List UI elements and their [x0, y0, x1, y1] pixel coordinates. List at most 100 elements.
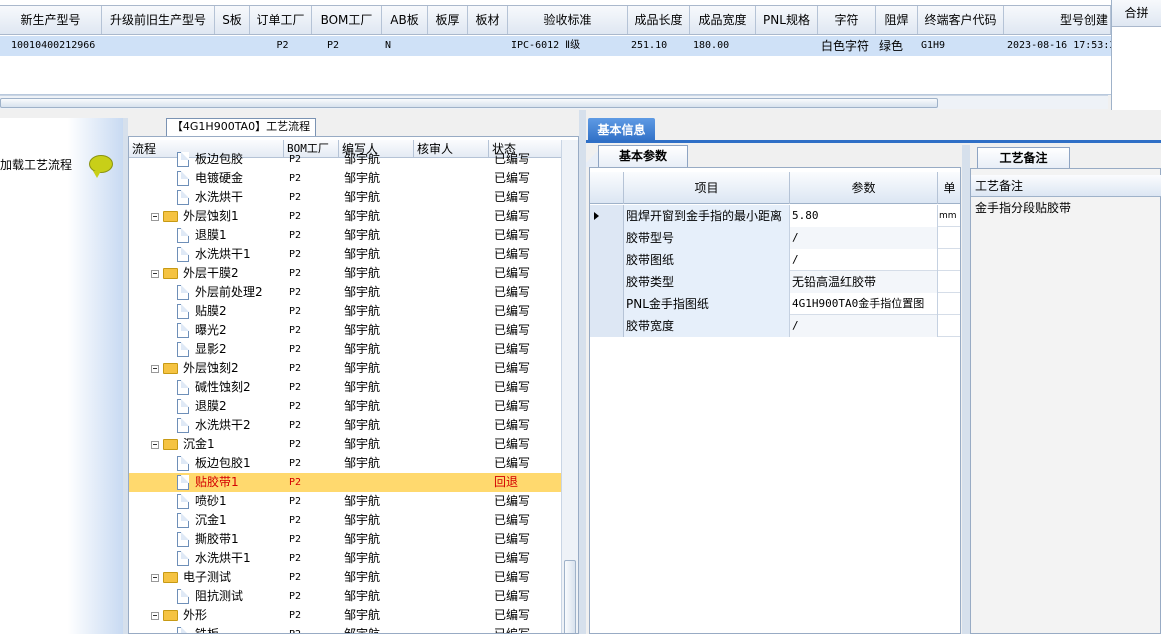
- tree-node[interactable]: 水洗烘干1: [177, 245, 284, 264]
- product-grid-row[interactable]: 10010400212966 P2 P2 N IPC-6012 Ⅱ级 251.1…: [0, 36, 1111, 56]
- tree-row[interactable]: 外层前处理2 P2 邹宇航 已编写: [129, 283, 561, 302]
- tree-row[interactable]: 曝光2 P2 邹宇航 已编写: [129, 321, 561, 340]
- notes-value[interactable]: 金手指分段贴胶带: [975, 199, 1071, 216]
- tree-row[interactable]: 喷砂1 P2 邹宇航 已编写: [129, 492, 561, 511]
- tree-node[interactable]: 沉金1: [177, 511, 284, 530]
- param-row[interactable]: 胶带类型 无铅高温红胶带: [590, 271, 960, 293]
- col-param[interactable]: 参数: [790, 172, 938, 204]
- tree-row[interactable]: 电子测试 P2 邹宇航 已编写: [129, 568, 561, 587]
- tree-node[interactable]: 铣板: [177, 625, 284, 633]
- process-flow-tab[interactable]: 【4G1H900TA0】工艺流程: [166, 118, 316, 136]
- col-customer[interactable]: 终端客户代码: [918, 6, 1004, 34]
- vertical-scrollbar[interactable]: [561, 140, 578, 633]
- collapse-toggle-icon[interactable]: [151, 440, 159, 449]
- tree-row[interactable]: 退膜2 P2 邹宇航 已编写: [129, 397, 561, 416]
- tree-row[interactable]: 贴膜2 P2 邹宇航 已编写: [129, 302, 561, 321]
- collapse-toggle-icon[interactable]: [151, 364, 159, 373]
- tree-node[interactable]: 电子测试: [151, 568, 284, 587]
- tree-row[interactable]: 电镀硬金 P2 邹宇航 已编写: [129, 169, 561, 188]
- tree-row[interactable]: 板边包胶1 P2 邹宇航 已编写: [129, 454, 561, 473]
- col-char[interactable]: 字符: [818, 6, 876, 34]
- param-value[interactable]: 4G1H900TA0金手指位置图: [790, 293, 938, 315]
- tree-row[interactable]: 阻抗测试 P2 邹宇航 已编写: [129, 587, 561, 606]
- param-row[interactable]: 阻焊开窗到金手指的最小距离 5.80 mm: [590, 205, 960, 227]
- tree-node[interactable]: 水洗烘干2: [177, 416, 284, 435]
- row-indicator[interactable]: [590, 227, 624, 249]
- tree-node[interactable]: 退膜1: [177, 226, 284, 245]
- tree-row[interactable]: 水洗烘干 P2 邹宇航 已编写: [129, 188, 561, 207]
- tree-node[interactable]: 显影2: [177, 340, 284, 359]
- tree-node[interactable]: 外层干膜2: [151, 264, 284, 283]
- tree-node[interactable]: 碱性蚀刻2: [177, 378, 284, 397]
- tree-row[interactable]: 铣板 P2 邹宇航 已编写: [129, 625, 561, 633]
- col-length[interactable]: 成品长度: [628, 6, 690, 34]
- tree-row[interactable]: 外层蚀刻2 P2 邹宇航 已编写: [129, 359, 561, 378]
- collapse-toggle-icon[interactable]: [151, 269, 159, 278]
- tree-node[interactable]: 水洗烘干: [177, 188, 284, 207]
- tree-row[interactable]: 沉金1 P2 邹宇航 已编写: [129, 435, 561, 454]
- param-value[interactable]: /: [790, 249, 938, 271]
- tree-row[interactable]: 碱性蚀刻2 P2 邹宇航 已编写: [129, 378, 561, 397]
- tree-row[interactable]: 外形 P2 邹宇航 已编写: [129, 606, 561, 625]
- tree-node[interactable]: 撕胶带1: [177, 530, 284, 549]
- tree-node[interactable]: 阻抗测试: [177, 587, 284, 606]
- param-value[interactable]: /: [790, 227, 938, 249]
- row-indicator[interactable]: [590, 249, 624, 271]
- tree-node[interactable]: 退膜2: [177, 397, 284, 416]
- col-bom-factory[interactable]: BOM工厂: [312, 6, 382, 34]
- param-value[interactable]: 无铅高温红胶带: [790, 271, 938, 293]
- tree-row[interactable]: 退膜1 P2 邹宇航 已编写: [129, 226, 561, 245]
- tree-node[interactable]: 外层前处理2: [177, 283, 284, 302]
- tree-row[interactable]: 显影2 P2 邹宇航 已编写: [129, 340, 561, 359]
- tree-node[interactable]: 板边包胶1: [177, 454, 284, 473]
- tree-row[interactable]: 板边包胶 P2 邹宇航 已编写: [129, 150, 561, 169]
- params-corner[interactable]: [590, 172, 624, 204]
- row-indicator[interactable]: [590, 271, 624, 293]
- tree-node[interactable]: 外形: [151, 606, 284, 625]
- tree-row[interactable]: 外层干膜2 P2 邹宇航 已编写: [129, 264, 561, 283]
- tree-node[interactable]: 贴胶带1: [177, 473, 284, 492]
- tree-node[interactable]: 沉金1: [151, 435, 284, 454]
- tree-row[interactable]: 水洗烘干1 P2 邹宇航 已编写: [129, 245, 561, 264]
- load-process-link[interactable]: 加载工艺流程: [0, 156, 72, 173]
- collapse-toggle-icon[interactable]: [151, 212, 159, 221]
- param-row[interactable]: 胶带型号 /: [590, 227, 960, 249]
- col-standard[interactable]: 验收标准: [508, 6, 628, 34]
- tree-row[interactable]: 水洗烘干1 P2 邹宇航 已编写: [129, 549, 561, 568]
- row-indicator[interactable]: [590, 293, 624, 315]
- tree-node[interactable]: 水洗烘干1: [177, 549, 284, 568]
- col-thickness[interactable]: 板厚: [428, 6, 468, 34]
- col-new-model[interactable]: 新生产型号: [0, 6, 102, 34]
- tree-row[interactable]: 沉金1 P2 邹宇航 已编写: [129, 511, 561, 530]
- col-item[interactable]: 项目: [624, 172, 790, 204]
- tree-node[interactable]: 电镀硬金: [177, 169, 284, 188]
- tree-node[interactable]: 喷砂1: [177, 492, 284, 511]
- process-notes-tab[interactable]: 工艺备注: [977, 147, 1070, 168]
- middle-splitter[interactable]: [579, 110, 586, 634]
- notes-header[interactable]: 工艺备注: [971, 175, 1161, 197]
- tree-node[interactable]: 板边包胶: [177, 150, 284, 169]
- param-value[interactable]: /: [790, 315, 938, 337]
- param-value[interactable]: 5.80: [790, 205, 938, 227]
- tree-row[interactable]: 外层蚀刻1 P2 邹宇航 已编写: [129, 207, 561, 226]
- collapse-toggle-icon[interactable]: [151, 611, 159, 620]
- tree-node[interactable]: 外层蚀刻1: [151, 207, 284, 226]
- right-splitter[interactable]: [962, 145, 970, 634]
- col-created[interactable]: 型号创建: [1004, 6, 1111, 34]
- param-row[interactable]: 胶带图纸 /: [590, 249, 960, 271]
- tree-row[interactable]: 贴胶带1 P2 回退: [129, 473, 561, 492]
- row-indicator[interactable]: [590, 315, 624, 337]
- col-order-factory[interactable]: 订单工厂: [250, 6, 312, 34]
- vertical-scroll-thumb[interactable]: [564, 560, 576, 633]
- horizontal-scrollbar[interactable]: [0, 95, 1108, 202]
- param-row[interactable]: PNL金手指图纸 4G1H900TA0金手指位置图: [590, 293, 960, 315]
- tree-node[interactable]: 外层蚀刻2: [151, 359, 284, 378]
- basic-info-tab[interactable]: 基本信息: [588, 118, 655, 142]
- col-pnl[interactable]: PNL规格: [756, 6, 818, 34]
- col-ab-board[interactable]: AB板: [382, 6, 428, 34]
- tree-node[interactable]: 贴膜2: [177, 302, 284, 321]
- merge-header[interactable]: 合拼: [1112, 0, 1161, 27]
- tree-node[interactable]: 曝光2: [177, 321, 284, 340]
- col-material[interactable]: 板材: [468, 6, 508, 34]
- col-old-model[interactable]: 升级前旧生产型号: [102, 6, 215, 34]
